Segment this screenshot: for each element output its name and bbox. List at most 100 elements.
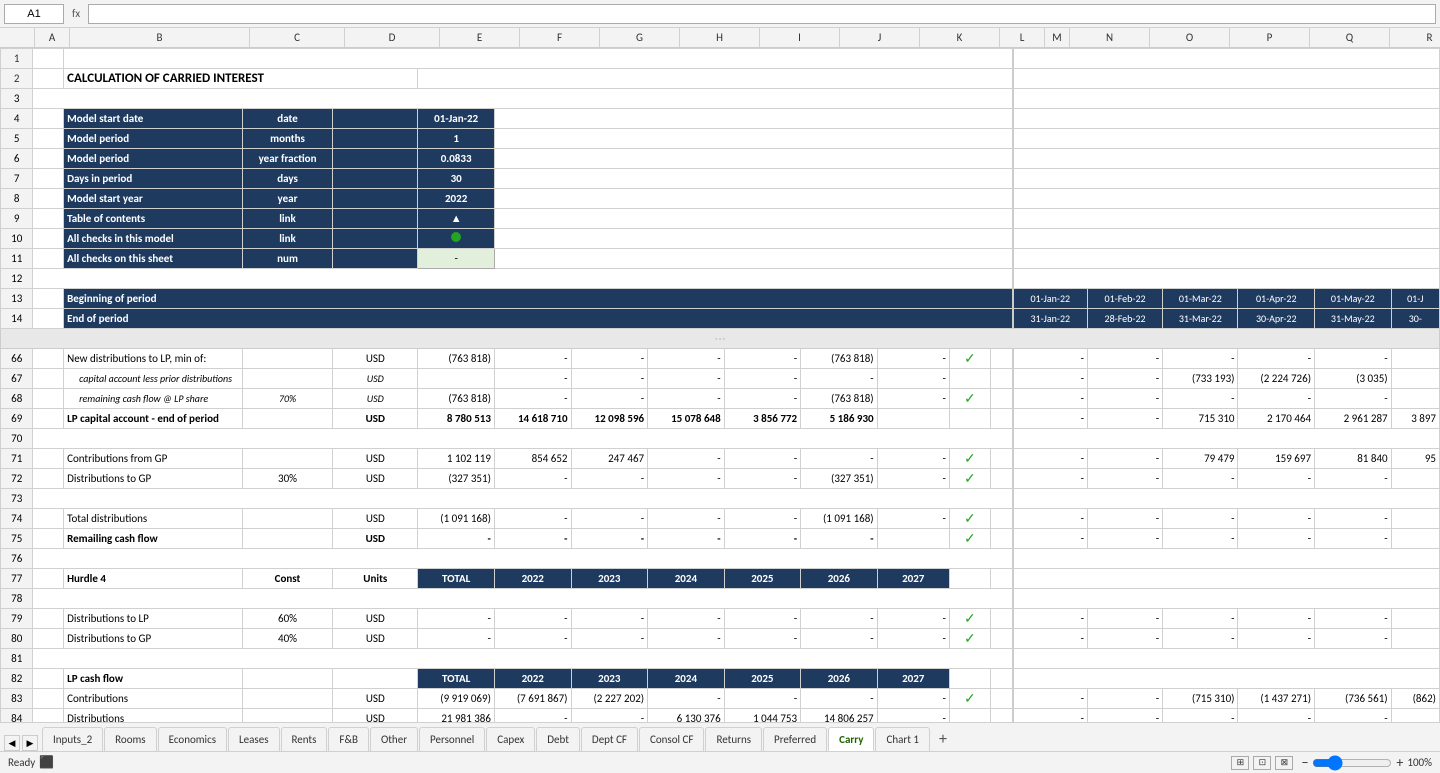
- tab-prev-arrow[interactable]: ◀: [4, 735, 20, 751]
- col-F[interactable]: F: [520, 28, 600, 47]
- cell-E9[interactable]: ▲: [418, 209, 495, 229]
- cell-A82[interactable]: [33, 669, 64, 689]
- cell-N82[interactable]: [1013, 669, 1440, 689]
- cell-A71[interactable]: [33, 449, 64, 469]
- cell-N78[interactable]: [1013, 589, 1440, 609]
- cell-N12[interactable]: [1013, 269, 1440, 289]
- cell-A70[interactable]: [33, 429, 1013, 449]
- tab-personnel[interactable]: Personnel: [419, 727, 485, 751]
- cell-A69[interactable]: [33, 409, 64, 429]
- cell-N70[interactable]: [1013, 429, 1440, 449]
- tab-returns[interactable]: Returns: [705, 727, 762, 751]
- cell-F6[interactable]: [494, 149, 1012, 169]
- cell-A10[interactable]: [33, 229, 64, 249]
- tab-chart1[interactable]: Chart 1: [875, 727, 930, 751]
- cell-A6[interactable]: [33, 149, 64, 169]
- cell-N1[interactable]: [1013, 49, 1440, 69]
- cell-A79[interactable]: [33, 609, 64, 629]
- cell-F8[interactable]: [494, 189, 1012, 209]
- cell-N73[interactable]: [1013, 489, 1440, 509]
- cell-A83[interactable]: [33, 689, 64, 709]
- cell-A74[interactable]: [33, 509, 64, 529]
- formula-input[interactable]: [88, 4, 1436, 24]
- cell-E10[interactable]: [418, 229, 495, 249]
- cell-N5[interactable]: [1013, 129, 1440, 149]
- cell-F7[interactable]: [494, 169, 1012, 189]
- tab-fb[interactable]: F&B: [328, 727, 369, 751]
- cell-F9[interactable]: [494, 209, 1012, 229]
- tab-other[interactable]: Other: [370, 727, 418, 751]
- cell-A12[interactable]: [33, 269, 1013, 289]
- cell-A80[interactable]: [33, 629, 64, 649]
- zoom-out-icon[interactable]: −: [1301, 754, 1308, 771]
- cell-N9[interactable]: [1013, 209, 1440, 229]
- cell-A13[interactable]: [33, 289, 64, 309]
- cell-A81[interactable]: [33, 649, 1013, 669]
- tab-debt[interactable]: Debt: [536, 727, 580, 751]
- page-break-icon[interactable]: ⊠: [1275, 756, 1293, 770]
- cell-A73[interactable]: [33, 489, 1013, 509]
- cell-N8[interactable]: [1013, 189, 1440, 209]
- tab-deptcf[interactable]: Dept CF: [581, 727, 638, 751]
- col-H[interactable]: H: [680, 28, 760, 47]
- cell-F11[interactable]: [494, 249, 1012, 269]
- cell-A8[interactable]: [33, 189, 64, 209]
- cell-A67[interactable]: [33, 369, 64, 389]
- tab-rooms[interactable]: Rooms: [104, 727, 156, 751]
- col-D[interactable]: D: [345, 28, 440, 47]
- name-box[interactable]: [4, 4, 64, 24]
- col-N[interactable]: N: [1070, 28, 1150, 47]
- cell-A68[interactable]: [33, 389, 64, 409]
- col-P[interactable]: P: [1230, 28, 1310, 47]
- tab-leases[interactable]: Leases: [228, 727, 279, 751]
- normal-view-icon[interactable]: ⊞: [1231, 756, 1249, 770]
- cell-N2[interactable]: [1013, 69, 1440, 89]
- cell-N7[interactable]: [1013, 169, 1440, 189]
- tab-economics[interactable]: Economics: [158, 727, 227, 751]
- cell-N6[interactable]: [1013, 149, 1440, 169]
- cell-A1[interactable]: [33, 49, 64, 69]
- cell-A3[interactable]: [33, 89, 1013, 109]
- cell-N4[interactable]: [1013, 109, 1440, 129]
- cell-E2[interactable]: [418, 69, 1013, 89]
- col-B[interactable]: B: [70, 28, 250, 47]
- cell-F4[interactable]: [494, 109, 1012, 129]
- col-C[interactable]: C: [250, 28, 345, 47]
- tab-rents[interactable]: Rents: [281, 727, 328, 751]
- zoom-in-icon[interactable]: +: [1396, 754, 1403, 771]
- grid-scroll[interactable]: 1 2 CALCULATION OF CARRIED INTEREST: [0, 48, 1440, 722]
- cell-A2[interactable]: [33, 69, 64, 89]
- page-layout-icon[interactable]: ⊡: [1253, 756, 1271, 770]
- cell-A4[interactable]: [33, 109, 64, 129]
- cell-E11[interactable]: -: [418, 249, 495, 269]
- col-K[interactable]: K: [920, 28, 1000, 47]
- tab-inputs2[interactable]: Inputs_2: [42, 727, 103, 751]
- cell-N10[interactable]: [1013, 229, 1440, 249]
- tab-next-arrow[interactable]: ▶: [22, 735, 38, 751]
- tab-preferred[interactable]: Preferred: [763, 727, 827, 751]
- col-Q[interactable]: Q: [1310, 28, 1390, 47]
- cell-N11[interactable]: [1013, 249, 1440, 269]
- col-O[interactable]: O: [1150, 28, 1230, 47]
- cell-A66[interactable]: [33, 349, 64, 369]
- cell-B1[interactable]: [64, 49, 1013, 69]
- col-R[interactable]: R: [1390, 28, 1440, 47]
- col-I[interactable]: I: [760, 28, 840, 47]
- col-J[interactable]: J: [840, 28, 920, 47]
- cell-A72[interactable]: [33, 469, 64, 489]
- tab-consolcf[interactable]: Consol CF: [639, 727, 704, 751]
- cell-A76[interactable]: [33, 549, 1013, 569]
- cell-F10[interactable]: [494, 229, 1012, 249]
- cell-A78[interactable]: [33, 589, 1013, 609]
- col-L[interactable]: L: [1000, 28, 1045, 47]
- cell-N76[interactable]: [1013, 549, 1440, 569]
- cell-A5[interactable]: [33, 129, 64, 149]
- cell-A75[interactable]: [33, 529, 64, 549]
- cell-A14[interactable]: [33, 309, 64, 329]
- cell-A84[interactable]: [33, 709, 64, 723]
- cell-A9[interactable]: [33, 209, 64, 229]
- col-A[interactable]: A: [35, 28, 70, 47]
- cell-A11[interactable]: [33, 249, 64, 269]
- cell-A77[interactable]: [33, 569, 64, 589]
- col-M[interactable]: M: [1045, 28, 1070, 47]
